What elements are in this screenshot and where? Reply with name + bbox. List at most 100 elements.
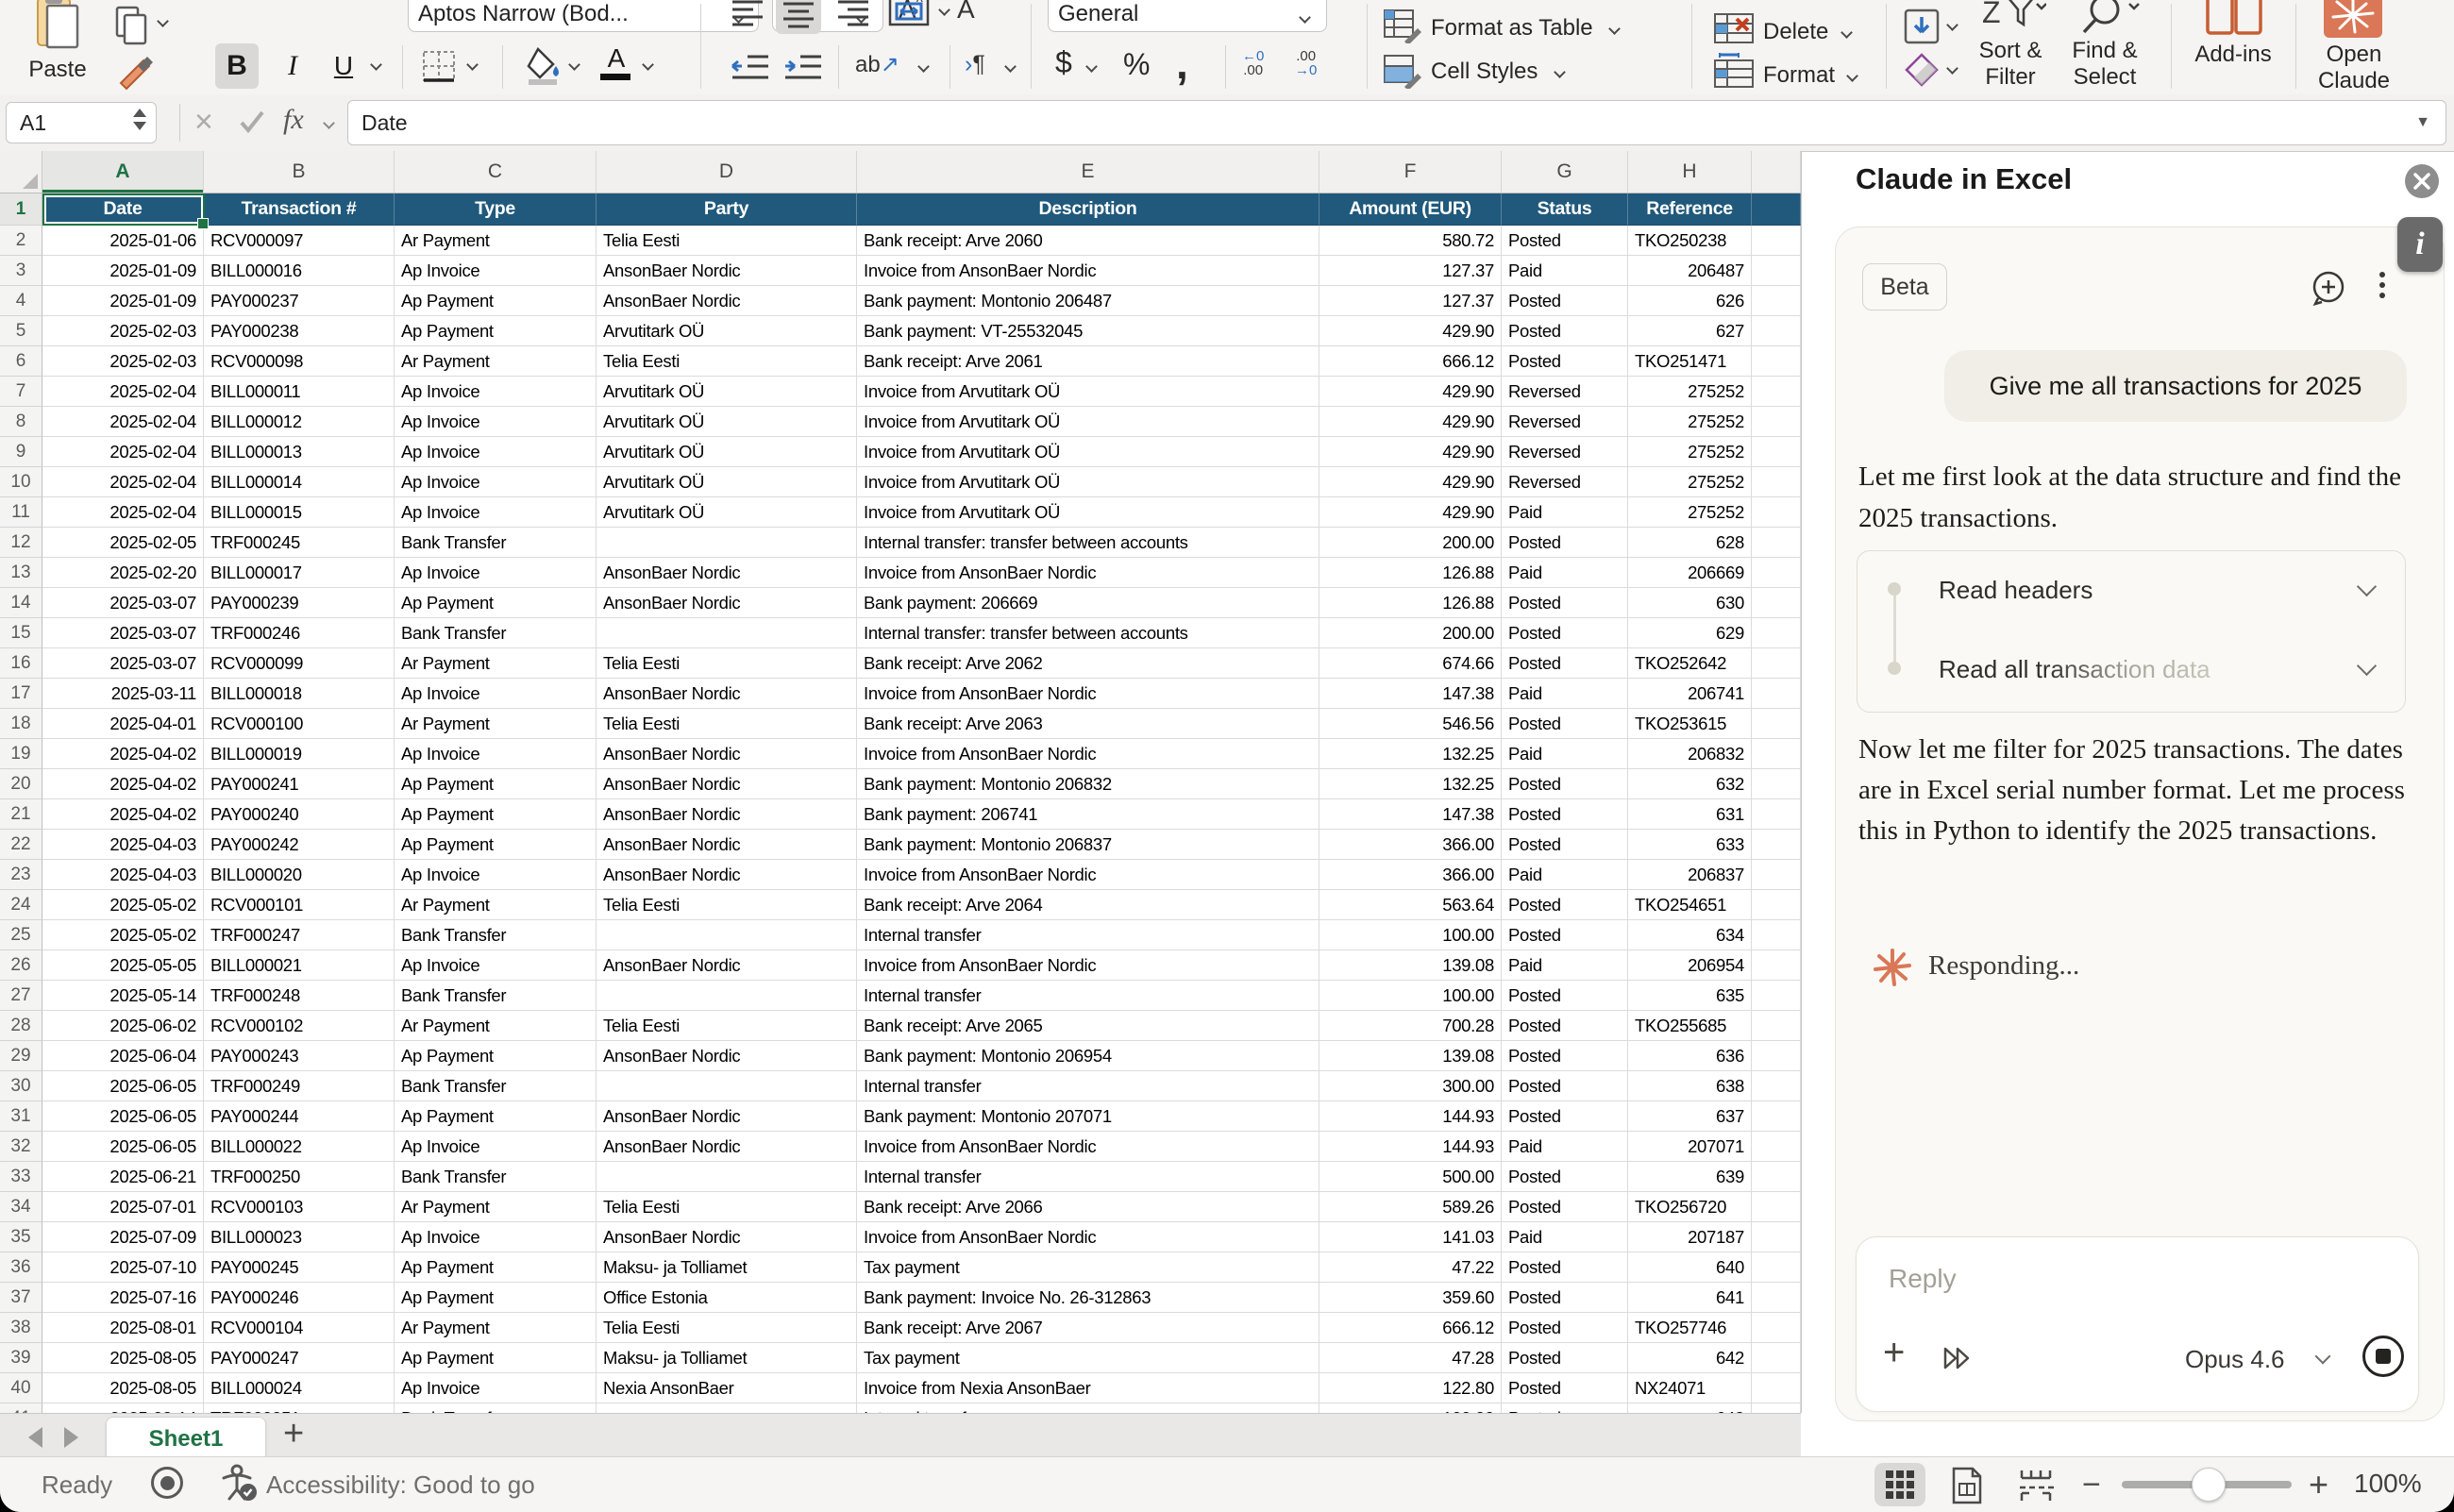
borders-chevron[interactable]	[466, 59, 479, 71]
row-number[interactable]: 1	[0, 193, 42, 226]
cell[interactable]: TRF000251	[204, 1403, 395, 1413]
cell[interactable]: Transaction #	[204, 193, 395, 226]
merge-center-icon[interactable]	[887, 0, 931, 30]
cell[interactable]: 2025-06-21	[42, 1162, 204, 1192]
cell[interactable]	[597, 1403, 857, 1413]
font-name-select[interactable]: Aptos Narrow (Bod...	[408, 0, 759, 32]
cell[interactable]: Ap Invoice	[395, 1373, 597, 1403]
cell[interactable]: Posted	[1502, 1343, 1628, 1373]
cell[interactable]: Ap Invoice	[395, 407, 597, 437]
fx-icon[interactable]: fx	[283, 104, 304, 136]
cell[interactable]	[1752, 1162, 1801, 1192]
cell[interactable]: Reversed	[1502, 377, 1628, 407]
cell[interactable]	[1752, 377, 1801, 407]
row-number[interactable]: 9	[0, 437, 42, 467]
cell[interactable]: 500.00	[1319, 1162, 1502, 1192]
number-format-select[interactable]: General	[1048, 0, 1327, 32]
cell[interactable]: BILL000014	[204, 467, 395, 497]
cell[interactable]: Posted	[1502, 528, 1628, 558]
cell[interactable]: Ap Payment	[395, 799, 597, 830]
cell[interactable]: Invoice from AnsonBaer Nordic	[857, 950, 1319, 981]
cell[interactable]: AnsonBaer Nordic	[597, 739, 857, 769]
column-header-extra[interactable]	[1752, 151, 1801, 193]
cell[interactable]: Paid	[1502, 679, 1628, 709]
cell[interactable]: Telia Eesti	[597, 1011, 857, 1041]
cell[interactable]: Date	[42, 193, 204, 226]
cell[interactable]: 275252	[1628, 497, 1752, 528]
format-as-table-chevron[interactable]	[1608, 23, 1621, 35]
cell[interactable]: 275252	[1628, 377, 1752, 407]
cell[interactable]: 629	[1628, 618, 1752, 648]
delete-button[interactable]: Delete	[1763, 19, 1828, 45]
cell[interactable]: Bank payment: 206741	[857, 799, 1319, 830]
cell[interactable]: BILL000019	[204, 739, 395, 769]
cell[interactable]: 628	[1628, 528, 1752, 558]
cell[interactable]: Ar Payment	[395, 1011, 597, 1041]
cell[interactable]: TKO257746	[1628, 1313, 1752, 1343]
cell[interactable]	[1752, 799, 1801, 830]
cell[interactable]: Bank Transfer	[395, 528, 597, 558]
cell[interactable]: 47.22	[1319, 1252, 1502, 1283]
cell[interactable]: 2025-01-06	[42, 226, 204, 256]
cell[interactable]: PAY000240	[204, 799, 395, 830]
cell[interactable]: Invoice from Arvutitark OÜ	[857, 407, 1319, 437]
cell[interactable]: 2025-05-05	[42, 950, 204, 981]
cell[interactable]: 275252	[1628, 467, 1752, 497]
cell[interactable]: BILL000020	[204, 860, 395, 890]
cell[interactable]: RCV000097	[204, 226, 395, 256]
cell[interactable]: 2025-02-04	[42, 467, 204, 497]
name-box[interactable]: A1	[6, 102, 157, 143]
cell[interactable]: AnsonBaer Nordic	[597, 1101, 857, 1132]
cell[interactable]: Bank receipt: Arve 2067	[857, 1313, 1319, 1343]
cell[interactable]: Invoice from AnsonBaer Nordic	[857, 1222, 1319, 1252]
cell[interactable]	[1752, 256, 1801, 286]
cell[interactable]: 635	[1628, 981, 1752, 1011]
row-number[interactable]: 36	[0, 1252, 42, 1283]
cell[interactable]: Bank receipt: Arve 2064	[857, 890, 1319, 920]
cell[interactable]: Internal transfer	[857, 1162, 1319, 1192]
cell[interactable]: 100.00	[1319, 981, 1502, 1011]
cell[interactable]: Internal transfer	[857, 920, 1319, 950]
cell[interactable]: 2025-04-03	[42, 830, 204, 860]
cell[interactable]: Bank receipt: Arve 2061	[857, 346, 1319, 377]
cell[interactable]	[1752, 437, 1801, 467]
panel-close-button[interactable]	[2405, 164, 2439, 198]
cell[interactable]: 206837	[1628, 860, 1752, 890]
cell[interactable]: AnsonBaer Nordic	[597, 860, 857, 890]
increase-decimal-button[interactable]: ←0.00	[1242, 49, 1264, 77]
cell[interactable]: TKO252642	[1628, 648, 1752, 679]
row-number[interactable]: 19	[0, 739, 42, 769]
cell[interactable]: Ap Invoice	[395, 256, 597, 286]
fx-chevron[interactable]	[323, 117, 335, 129]
cell[interactable]	[1752, 558, 1801, 588]
cell[interactable]: 2025-03-07	[42, 648, 204, 679]
normal-view-button[interactable]	[1874, 1463, 1925, 1506]
cell[interactable]	[1752, 1071, 1801, 1101]
cell[interactable]: 2025-06-05	[42, 1101, 204, 1132]
cell[interactable]	[1752, 588, 1801, 618]
orientation-button[interactable]: ab↗	[855, 51, 899, 78]
cell[interactable]	[1752, 1343, 1801, 1373]
cell[interactable]: Posted	[1502, 830, 1628, 860]
cell[interactable]: 429.90	[1319, 407, 1502, 437]
column-header-B[interactable]: B	[204, 151, 395, 193]
decrease-decimal-button[interactable]: .00→0	[1295, 49, 1317, 77]
cell[interactable]: PAY000242	[204, 830, 395, 860]
cell[interactable]: Bank Transfer	[395, 1162, 597, 1192]
cell[interactable]: 639	[1628, 1162, 1752, 1192]
row-number[interactable]: 11	[0, 497, 42, 528]
cell[interactable]: Bank payment: Montonio 206487	[857, 286, 1319, 316]
text-direction-chevron[interactable]	[1004, 60, 1017, 73]
cell[interactable]: 2025-05-02	[42, 890, 204, 920]
cell[interactable]: 632	[1628, 769, 1752, 799]
cell[interactable]: 275252	[1628, 437, 1752, 467]
column-header-E[interactable]: E	[857, 151, 1319, 193]
cell[interactable]: 2025-02-05	[42, 528, 204, 558]
cell[interactable]: 2025-01-09	[42, 286, 204, 316]
cell[interactable]: BILL000017	[204, 558, 395, 588]
model-selector[interactable]: Opus 4.6	[2185, 1345, 2285, 1374]
cell[interactable]: 630	[1628, 588, 1752, 618]
cell[interactable]: 100.00	[1319, 920, 1502, 950]
align-center-button[interactable]	[776, 0, 821, 34]
merge-chevron[interactable]	[938, 4, 950, 16]
